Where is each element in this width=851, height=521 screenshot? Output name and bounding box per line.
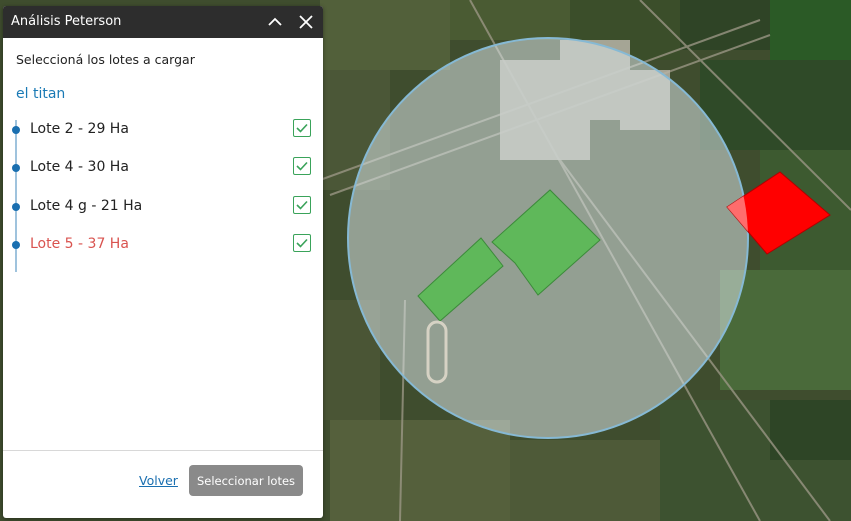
lot-checkbox[interactable]: [293, 234, 311, 252]
select-lots-button[interactable]: Seleccionar lotes: [189, 465, 303, 496]
panel-title: Análisis Peterson: [11, 14, 122, 29]
select-lots-prompt: Seleccioná los lotes a cargar: [16, 52, 195, 67]
checkmark-icon: [296, 238, 308, 248]
lot-label: Lote 4 - 30 Ha: [30, 159, 129, 175]
peterson-analysis-panel: Análisis Peterson Seleccioná los lotes a…: [3, 6, 323, 518]
bullet-dot-icon: [12, 164, 20, 172]
bullet-dot-icon: [12, 203, 20, 211]
lot-list-item[interactable]: Lote 4 g - 21 Ha: [3, 193, 323, 221]
lot-checkbox[interactable]: [293, 157, 311, 175]
lot-list-item[interactable]: Lote 5 - 37 Ha: [3, 231, 323, 259]
lot-list-item[interactable]: Lote 2 - 29 Ha: [3, 116, 323, 144]
group-name-link[interactable]: el titan: [16, 86, 65, 102]
lot-checkbox[interactable]: [293, 119, 311, 137]
lot-list-item[interactable]: Lote 4 - 30 Ha: [3, 154, 323, 182]
close-icon[interactable]: [296, 12, 316, 32]
chevron-up-icon[interactable]: [265, 12, 285, 32]
checkmark-icon: [296, 123, 308, 133]
bullet-dot-icon: [12, 126, 20, 134]
lot-label: Lote 4 g - 21 Ha: [30, 198, 143, 214]
lot-checkbox[interactable]: [293, 196, 311, 214]
bullet-dot-icon: [12, 241, 20, 249]
checkmark-icon: [296, 200, 308, 210]
lot-label-warning: Lote 5 - 37 Ha: [30, 236, 129, 252]
checkmark-icon: [296, 161, 308, 171]
lot-label: Lote 2 - 29 Ha: [30, 121, 129, 137]
panel-header: Análisis Peterson: [3, 6, 323, 38]
back-link[interactable]: Volver: [139, 473, 178, 488]
footer-divider: [3, 450, 323, 451]
